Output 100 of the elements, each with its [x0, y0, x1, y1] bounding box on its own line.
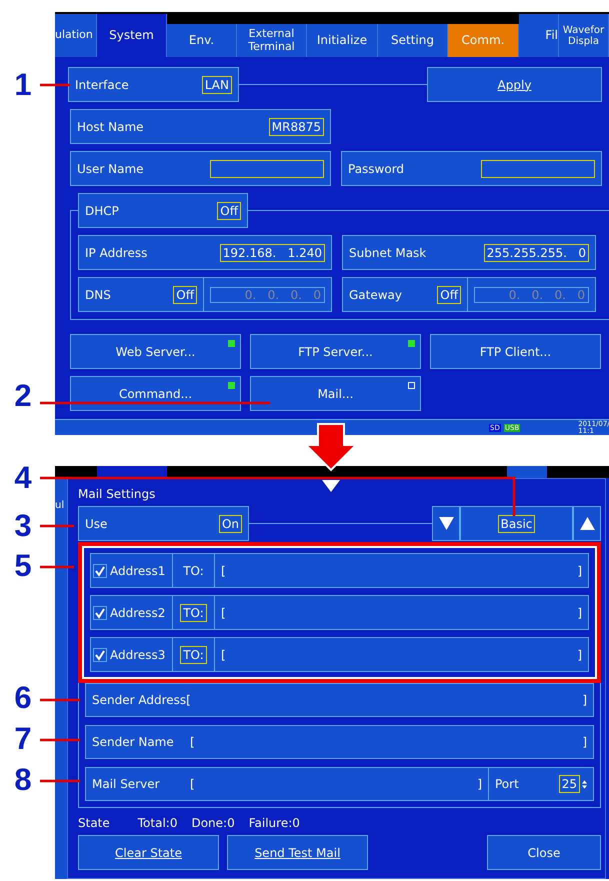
address-field[interactable]: [ ]: [215, 595, 589, 630]
password-label: Password: [348, 162, 406, 176]
recipient-type-setting[interactable]: TO:: [173, 595, 215, 630]
port-setting[interactable]: Port 25: [489, 767, 594, 801]
leader-line: [40, 84, 70, 86]
dhcp-value[interactable]: Off: [217, 202, 241, 220]
tab[interactable]: Fil: [519, 14, 559, 57]
scroll-up-button[interactable]: [573, 506, 601, 541]
tab[interactable]: Env.: [167, 24, 237, 57]
bracket: [: [190, 735, 195, 749]
up-triangle-icon: [580, 517, 594, 530]
mode-button[interactable]: Basic: [460, 506, 573, 541]
subnet-mask-setting[interactable]: Subnet Mask 255.255.255. 0: [342, 235, 596, 270]
mail-server-field[interactable]: Mail Server [ ]: [85, 767, 489, 801]
address-toggle[interactable]: Address3: [90, 637, 173, 672]
use-setting[interactable]: Use On: [78, 506, 249, 541]
tab[interactable]: Wavefor Displa: [559, 14, 609, 57]
password-setting[interactable]: Password: [341, 151, 602, 186]
recipient-type[interactable]: TO:: [180, 646, 207, 664]
bracket: ]: [477, 777, 482, 791]
use-value[interactable]: On: [218, 514, 242, 532]
gateway-label: Gateway: [349, 288, 404, 302]
ip-address-value[interactable]: 192.168. 1.240: [220, 244, 325, 262]
leader-line: [40, 566, 74, 568]
server-button[interactable]: FTP Client...: [430, 334, 601, 369]
close-button[interactable]: Close: [487, 835, 601, 870]
callout-number: 1: [13, 67, 33, 103]
subnet-mask-value[interactable]: 255.255.255. 0: [484, 244, 589, 262]
recipient-type[interactable]: TO:: [180, 604, 207, 622]
server-button[interactable]: FTP Server...: [250, 334, 421, 369]
bracket: ]: [577, 648, 582, 662]
subnet-mask-label: Subnet Mask: [349, 246, 428, 260]
server-button[interactable]: Web Server...: [70, 334, 241, 369]
address-field[interactable]: [ ]: [215, 637, 589, 672]
bracket: ]: [582, 735, 587, 749]
checkbox[interactable]: [93, 648, 107, 662]
address-field[interactable]: [ ]: [215, 553, 589, 588]
callout-number: 3: [13, 508, 33, 544]
dns-label: DNS: [85, 288, 112, 302]
user-name-field[interactable]: [210, 160, 324, 178]
address-label: Address3: [110, 648, 166, 662]
clear-state-button[interactable]: Clear State: [78, 835, 219, 870]
tab[interactable]: Initialize: [307, 24, 378, 57]
host-name-value[interactable]: MR8875: [268, 118, 324, 136]
ip-address-setting[interactable]: IP Address 192.168. 1.240: [78, 235, 332, 270]
bracket: ]: [577, 606, 582, 620]
dhcp-setting[interactable]: DHCP Off: [78, 193, 248, 228]
sender-name-field[interactable]: Sender Name [ ]: [85, 725, 594, 759]
apply-button[interactable]: Apply: [427, 67, 602, 102]
use-label: Use: [85, 516, 108, 530]
state-failure: Failure:0: [248, 816, 300, 830]
recipient-type-setting[interactable]: TO:: [173, 553, 215, 588]
bracket: [: [190, 777, 195, 791]
tab[interactable]: Setting: [378, 24, 448, 57]
tab[interactable]: ulation: [55, 14, 97, 57]
pointer-triangle-icon: [322, 480, 340, 492]
send-test-mail-button[interactable]: Send Test Mail: [227, 835, 368, 870]
sender-address-field[interactable]: Sender Address[ ]: [85, 683, 594, 717]
interface-value[interactable]: LAN: [202, 76, 232, 94]
leader-line: [40, 780, 80, 782]
interface-setting[interactable]: Interface LAN: [68, 67, 239, 102]
dhcp-label: DHCP: [85, 204, 120, 218]
recipient-type-setting[interactable]: TO:: [173, 637, 215, 672]
server-button[interactable]: Command...: [70, 376, 241, 411]
callout-number: 5: [13, 548, 33, 584]
port-value[interactable]: 25: [558, 775, 580, 793]
host-name-label: Host Name: [77, 120, 145, 134]
leader-line: [40, 524, 74, 528]
callout-number: 8: [13, 762, 33, 798]
bracket: [: [221, 564, 226, 578]
bracket: ]: [577, 564, 582, 578]
address-toggle[interactable]: Address1: [90, 553, 173, 588]
host-name-setting[interactable]: Host Name MR8875: [70, 109, 331, 144]
sender-name-label: Sender Name: [92, 735, 175, 749]
server-button[interactable]: Mail...: [250, 376, 421, 411]
address-toggle[interactable]: Address2: [90, 595, 173, 630]
bracket: ]: [582, 693, 587, 707]
leader-line: [40, 698, 80, 702]
bracket: [: [221, 648, 226, 662]
callout-number: 7: [13, 721, 33, 757]
tab[interactable]: System: [97, 14, 167, 57]
address-label: Address1: [110, 564, 166, 578]
leader-line: [40, 738, 80, 742]
state-done: Done:0: [191, 816, 235, 830]
callout-number: 6: [13, 680, 33, 716]
background-tab-label: ul: [55, 500, 64, 511]
tab[interactable]: External Terminal: [237, 24, 307, 57]
callout-number: 4: [13, 460, 33, 496]
address-label: Address2: [110, 606, 166, 620]
mail-server-label: Mail Server: [92, 777, 161, 791]
user-name-setting[interactable]: User Name: [70, 151, 331, 186]
recipient-type[interactable]: TO:: [180, 562, 207, 578]
state-label: State: [78, 816, 110, 830]
password-field[interactable]: [481, 160, 595, 178]
checkbox[interactable]: [93, 606, 107, 620]
scroll-down-button[interactable]: [432, 506, 460, 541]
ip-address-label: IP Address: [85, 246, 148, 260]
state-total: Total:0: [138, 816, 178, 830]
checkbox[interactable]: [93, 564, 107, 578]
interface-label: Interface: [75, 78, 130, 92]
